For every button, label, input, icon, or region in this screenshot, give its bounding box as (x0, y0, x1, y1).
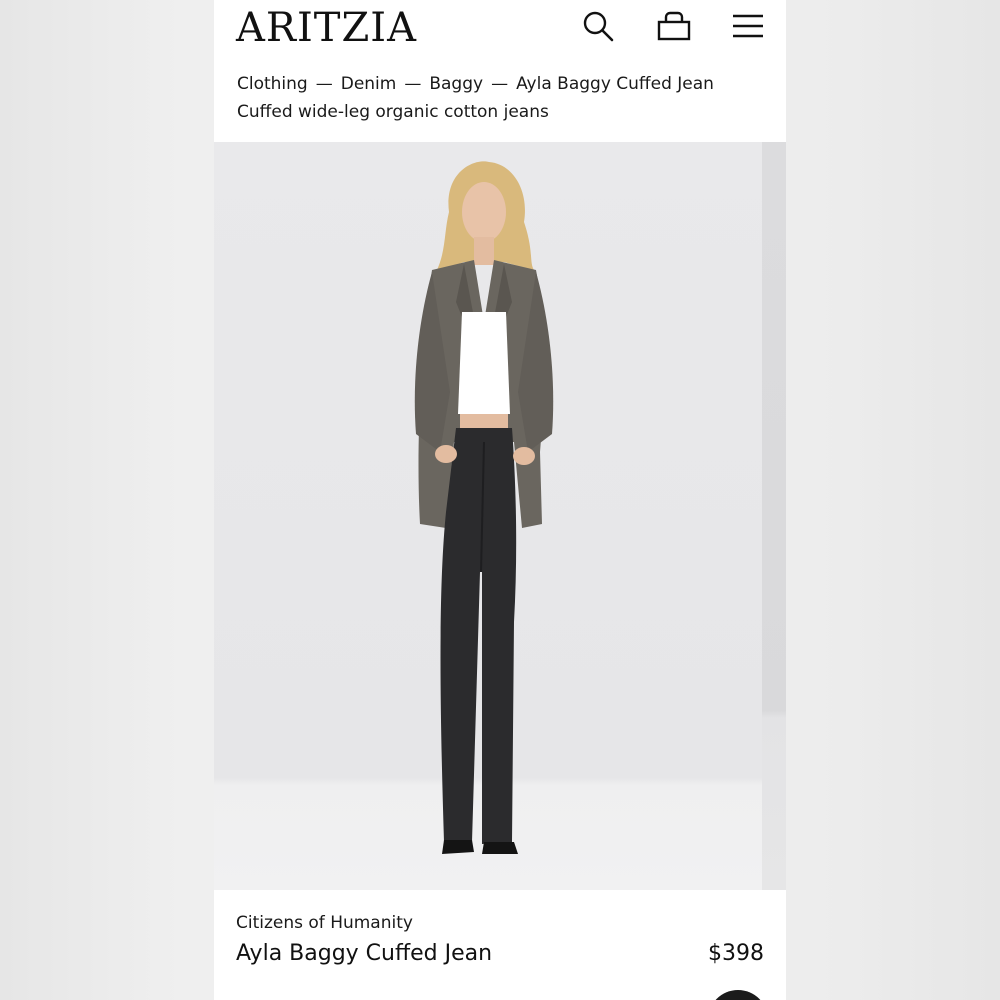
breadcrumb-clothing[interactable]: Clothing (237, 72, 308, 96)
bag-icon (657, 11, 691, 41)
model-figure (414, 161, 554, 854)
menu-icon (733, 14, 763, 38)
breadcrumb-separator: — (315, 74, 333, 94)
site-header: ARITZIA (214, 0, 786, 56)
breadcrumb-separator: — (491, 74, 509, 94)
product-name: Ayla Baggy Cuffed Jean (236, 941, 493, 966)
product-subtitle: Cuffed wide-leg organic cotton jeans (237, 102, 549, 122)
search-icon (583, 11, 614, 42)
breadcrumb: Clothing — Denim — Baggy — Ayla Baggy Cu… (237, 72, 714, 96)
next-photo-peek[interactable] (762, 142, 786, 890)
breadcrumb-separator: — (404, 74, 422, 94)
product-photo[interactable] (214, 142, 762, 890)
floating-action-button[interactable] (708, 990, 768, 1000)
product-price: $398 (708, 941, 764, 966)
search-button[interactable] (580, 8, 616, 44)
product-page: ARITZIA Clothing — Denim — Baggy — Ayla … (214, 0, 786, 1000)
product-brand[interactable]: Citizens of Humanity (236, 913, 413, 933)
product-gallery[interactable] (214, 142, 786, 890)
breadcrumb-denim[interactable]: Denim (341, 72, 397, 96)
bag-button[interactable] (656, 8, 692, 44)
brand-logo[interactable]: ARITZIA (236, 4, 417, 52)
breadcrumb-baggy[interactable]: Baggy (429, 72, 483, 96)
breadcrumb-current[interactable]: Ayla Baggy Cuffed Jean (516, 72, 714, 96)
menu-button[interactable] (730, 8, 766, 44)
